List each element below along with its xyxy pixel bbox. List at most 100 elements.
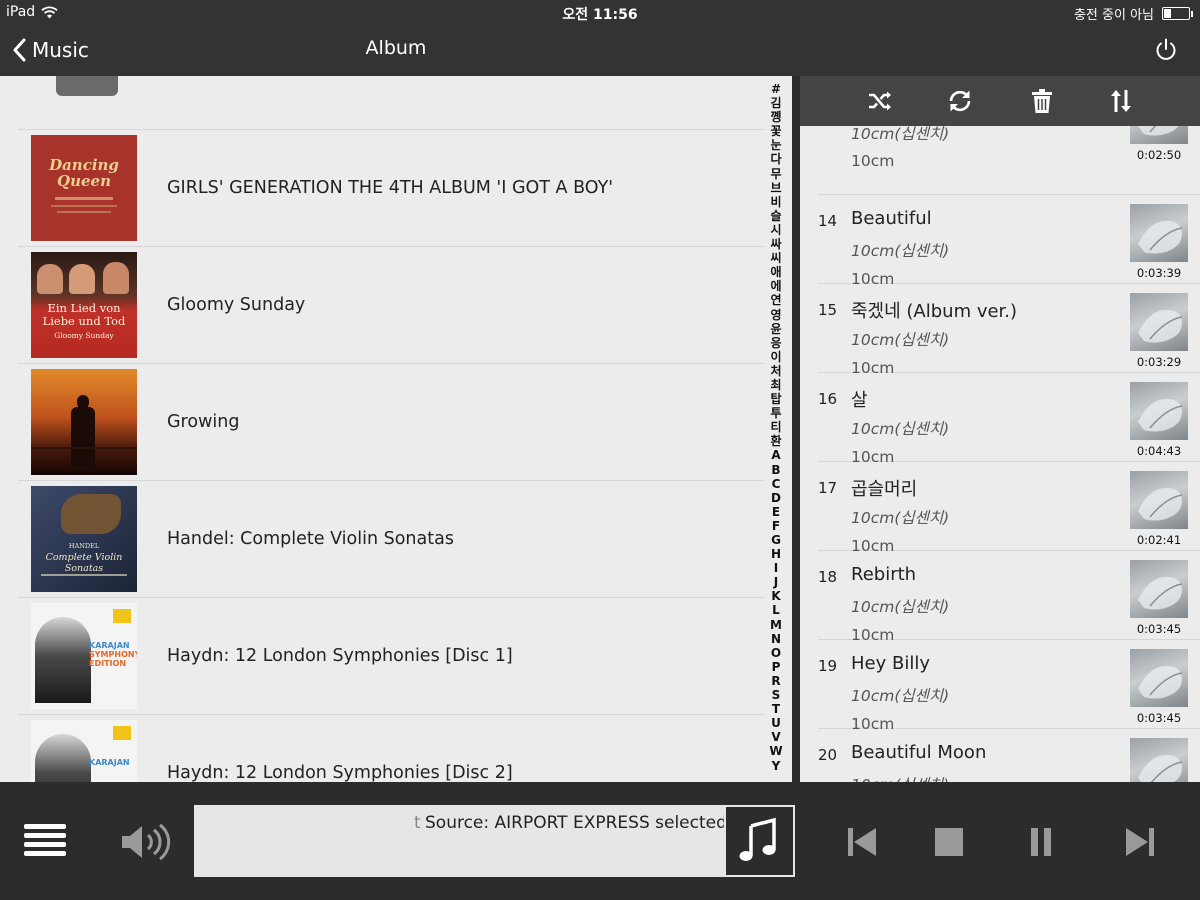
repeat-button[interactable]: [946, 87, 974, 115]
power-button[interactable]: [1152, 36, 1180, 64]
back-button[interactable]: Music: [12, 34, 89, 66]
index-letter[interactable]: 애: [770, 265, 781, 279]
index-letter[interactable]: 김: [770, 96, 781, 110]
index-letter[interactable]: 티: [770, 420, 781, 434]
index-letter[interactable]: O: [771, 646, 781, 660]
index-letter[interactable]: 시: [770, 223, 781, 237]
index-letter[interactable]: 응: [770, 336, 781, 350]
index-letter[interactable]: L: [772, 603, 780, 617]
index-letter[interactable]: 에: [770, 279, 781, 293]
track-title: Hey Billy: [851, 653, 930, 674]
track-row[interactable]: 17 곱슬머리 10cm(십센치) 10cm 0:02:41: [818, 462, 1200, 555]
battery-icon: [1162, 7, 1193, 20]
index-letter[interactable]: V: [771, 730, 780, 744]
track-row[interactable]: 18 Rebirth 10cm(십센치) 10cm 0:03:45: [818, 551, 1200, 644]
track-number: 14: [818, 212, 838, 230]
shuffle-button[interactable]: [866, 87, 894, 115]
album-title: Gloomy Sunday: [167, 295, 306, 315]
album-row-partial[interactable]: [18, 76, 764, 130]
index-letter[interactable]: Y: [772, 759, 781, 773]
index-letter[interactable]: 탑: [770, 392, 781, 406]
album-art: [56, 76, 118, 96]
album-art-subtext: Gloomy Sunday: [54, 331, 114, 340]
playlist-panel[interactable]: 10cm(십센치) 10cm 0:02:50 14 Beautiful 10cm(십센치)…: [800, 76, 1200, 782]
next-button[interactable]: [1124, 826, 1156, 862]
index-letter[interactable]: N: [771, 632, 781, 646]
index-letter[interactable]: 눈: [770, 138, 781, 152]
track-duration: 0:02:50: [1136, 148, 1182, 162]
stop-button[interactable]: [934, 827, 964, 861]
index-letter[interactable]: 다: [770, 152, 781, 166]
index-letter[interactable]: C: [772, 477, 781, 491]
music-button[interactable]: [724, 805, 795, 877]
track-album-art: [1130, 560, 1188, 618]
index-letter[interactable]: #: [771, 82, 781, 96]
index-letter[interactable]: 비: [770, 195, 781, 209]
previous-button[interactable]: [846, 826, 878, 862]
album-row[interactable]: KARAJAN Haydn: 12 London Symphonies [Dis…: [18, 715, 764, 782]
index-letter[interactable]: A: [771, 448, 780, 462]
track-row[interactable]: 20 Beautiful Moon 10cm(십센치): [818, 729, 1200, 782]
index-letter[interactable]: W: [769, 744, 782, 758]
album-art-subtext: HANDEL: [68, 542, 100, 550]
charging-status: 충전 중이 아님: [1073, 8, 1154, 23]
now-playing-display: t Source: AIRPORT EXPRESS selected: [194, 805, 724, 877]
album-title: GIRLS' GENERATION THE 4TH ALBUM 'I GOT A…: [167, 178, 614, 198]
track-row[interactable]: 16 살 10cm(십센치) 10cm 0:04:43: [818, 373, 1200, 466]
index-letter[interactable]: R: [771, 674, 780, 688]
index-letter[interactable]: 슬: [770, 209, 781, 223]
menu-button[interactable]: [24, 824, 66, 858]
album-row[interactable]: Growing: [18, 364, 764, 481]
index-letter[interactable]: 투: [770, 406, 781, 420]
index-letter[interactable]: 이: [770, 350, 781, 364]
track-number: 16: [818, 390, 838, 408]
skip-forward-icon: [1126, 828, 1154, 856]
track-row[interactable]: 19 Hey Billy 10cm(십센치) 10cm 0:03:45: [818, 640, 1200, 733]
index-letter[interactable]: K: [771, 589, 780, 603]
album-row[interactable]: Dancing Queen GIRLS' GENERATION THE 4TH …: [18, 130, 764, 247]
index-letter[interactable]: 윤: [770, 322, 781, 336]
index-letter[interactable]: 연: [770, 293, 781, 307]
index-letter[interactable]: D: [771, 491, 781, 505]
index-letter[interactable]: B: [771, 463, 780, 477]
album-art-text: EDITION: [89, 659, 127, 668]
stop-icon: [935, 828, 963, 856]
index-letter[interactable]: P: [772, 660, 781, 674]
index-letter[interactable]: T: [772, 702, 780, 716]
alphabet-index[interactable]: # 김 꼥 꽃 눈 다 무 브 비 슬 시 싸 씨 애 에 연 영 윤 응 이 처 최 탑 투 티 환 A B C D E F G H I J K L M N…: [766, 82, 786, 773]
delete-button[interactable]: [1028, 87, 1056, 115]
index-letter[interactable]: 꽃: [770, 124, 781, 138]
album-row[interactable]: Ein Lied von Liebe und Tod Gloomy Sunday…: [18, 247, 764, 364]
volume-button[interactable]: [120, 822, 172, 862]
index-letter[interactable]: 최: [770, 378, 781, 392]
sort-button[interactable]: [1107, 87, 1135, 115]
album-row[interactable]: HANDEL Complete Violin Sonatas Handel: C…: [18, 481, 764, 598]
album-row[interactable]: KARAJAN SYMPHONY EDITION Haydn: 12 Londo…: [18, 598, 764, 715]
index-letter[interactable]: M: [770, 618, 782, 632]
index-letter[interactable]: 무: [770, 167, 781, 181]
track-row[interactable]: 14 Beautiful 10cm(십센치) 10cm 0:03:39: [818, 195, 1200, 288]
index-letter[interactable]: G: [771, 533, 781, 547]
sort-icon: [1111, 90, 1131, 112]
index-letter[interactable]: U: [771, 716, 781, 730]
index-letter[interactable]: 브: [770, 181, 781, 195]
index-letter[interactable]: 영: [770, 308, 781, 322]
index-letter[interactable]: 씨: [770, 251, 781, 265]
index-letter[interactable]: 처: [770, 364, 781, 378]
track-row[interactable]: 15 죽겠네 (Album ver.) 10cm(십센치) 10cm 0:03:29: [818, 284, 1200, 377]
index-letter[interactable]: H: [771, 547, 781, 561]
back-label: Music: [32, 38, 89, 62]
index-letter[interactable]: J: [774, 575, 778, 589]
index-letter[interactable]: S: [772, 688, 781, 702]
album-art: HANDEL Complete Violin Sonatas: [31, 486, 137, 592]
pause-button[interactable]: [1030, 826, 1052, 862]
track-album-art: [1130, 471, 1188, 529]
index-letter[interactable]: I: [774, 561, 778, 575]
index-letter[interactable]: 환: [770, 434, 781, 448]
album-art: Dancing Queen: [31, 135, 137, 241]
index-letter[interactable]: 싸: [770, 237, 781, 251]
index-letter[interactable]: F: [772, 519, 780, 533]
album-list[interactable]: Dancing Queen GIRLS' GENERATION THE 4TH …: [0, 76, 792, 782]
index-letter[interactable]: E: [772, 505, 780, 519]
index-letter[interactable]: 꼥: [770, 110, 781, 124]
